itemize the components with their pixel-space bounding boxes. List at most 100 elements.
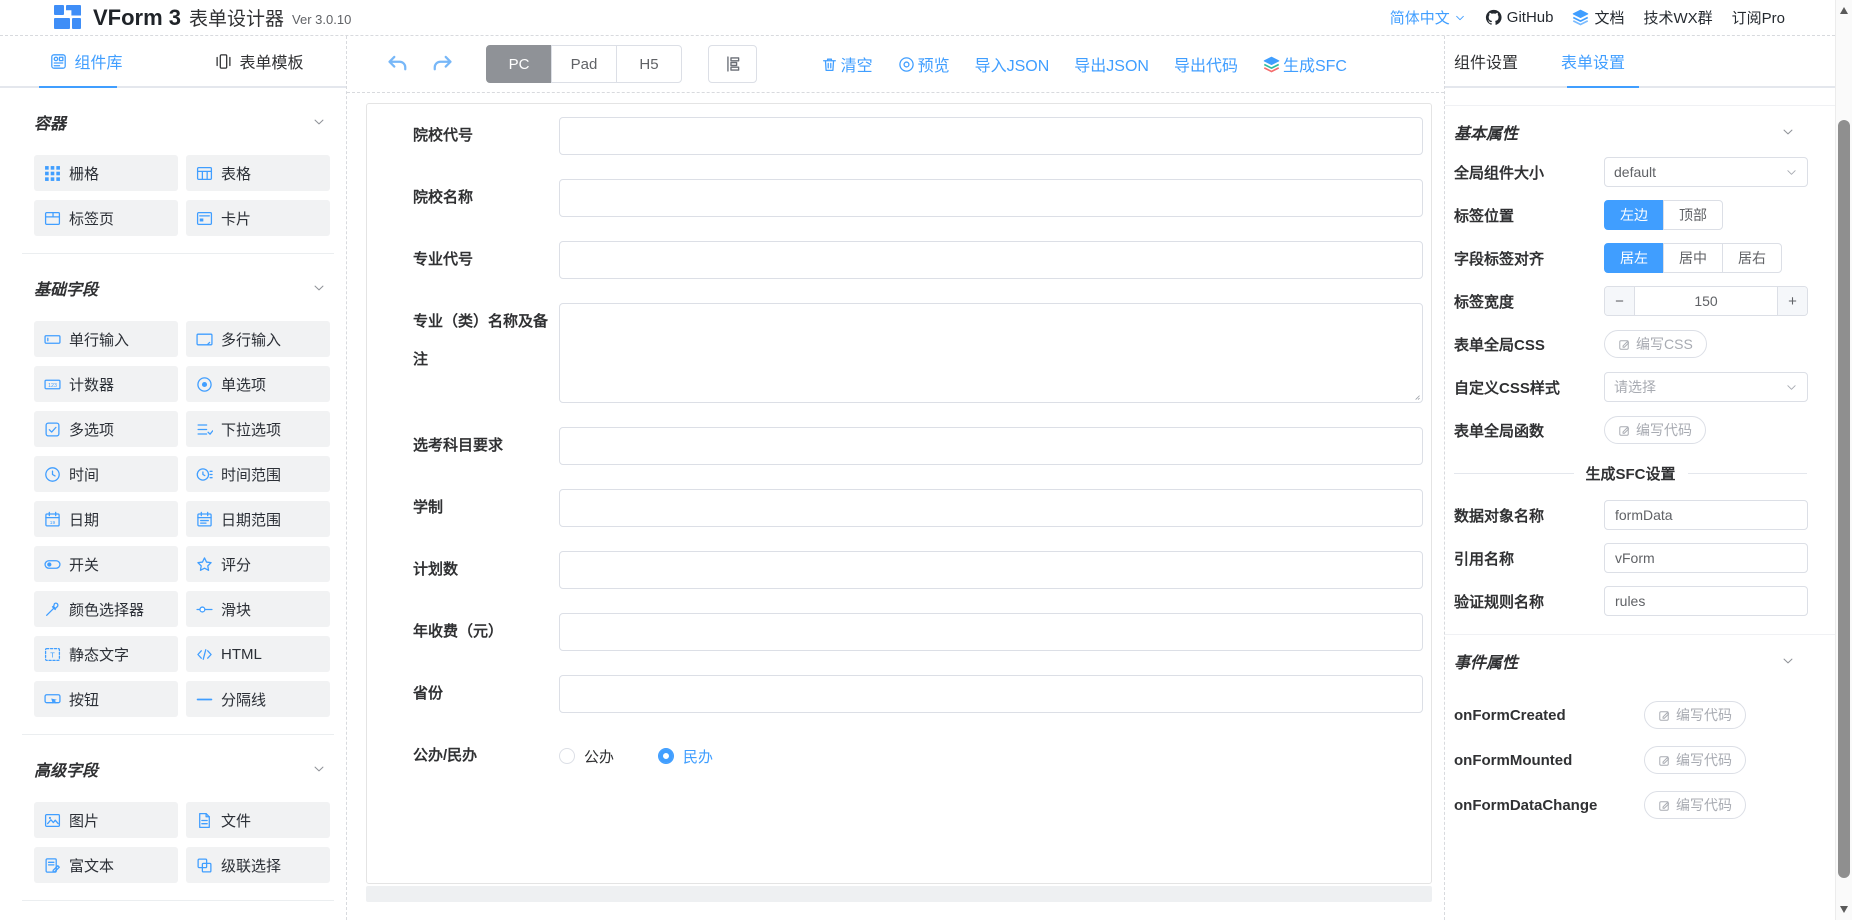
- radio-circle: [559, 748, 575, 764]
- text-input[interactable]: [559, 489, 1423, 527]
- tab-form-templates[interactable]: 表单模板: [173, 36, 346, 86]
- data-object-name-input[interactable]: [1604, 500, 1808, 530]
- tab-widget-settings[interactable]: 组件设置: [1454, 49, 1518, 73]
- basic-props-header[interactable]: 基本属性: [1454, 120, 1795, 144]
- scrollbar-down-arrow[interactable]: [1840, 906, 1848, 913]
- header-link-订阅pro[interactable]: 订阅Pro: [1732, 7, 1785, 28]
- section-header[interactable]: 容器: [22, 110, 334, 134]
- canvas-hscrollbar[interactable]: [366, 886, 1432, 902]
- widget-item-color-picker[interactable]: 颜色选择器: [34, 591, 178, 627]
- form-field-row[interactable]: 年收费（元）: [413, 613, 1423, 651]
- radio-option-民办[interactable]: 民办: [658, 746, 713, 767]
- widget-item-date-range[interactable]: 日期范围: [186, 501, 330, 537]
- node-tree-button[interactable]: [708, 45, 757, 83]
- ref-name-input[interactable]: [1604, 543, 1808, 573]
- device-mode-h5[interactable]: H5: [616, 45, 682, 83]
- scrollbar-up-arrow[interactable]: [1840, 7, 1848, 14]
- write-functions-button[interactable]: 编写代码: [1604, 416, 1706, 444]
- option-居左[interactable]: 居左: [1604, 243, 1664, 273]
- widget-item-divider[interactable]: 分隔线: [186, 681, 330, 717]
- widget-item-html[interactable]: HTML: [186, 636, 330, 672]
- header-link-github[interactable]: GitHub: [1485, 9, 1554, 26]
- widget-item-date[interactable]: 19日期: [34, 501, 178, 537]
- widget-item-select[interactable]: 下拉选项: [186, 411, 330, 447]
- widget-item-table[interactable]: 表格: [186, 155, 330, 191]
- text-input[interactable]: [559, 241, 1423, 279]
- toolbar-action-清空[interactable]: 清空: [821, 52, 873, 76]
- tab-widget-library[interactable]: 组件库: [0, 36, 173, 86]
- widget-item-time-range[interactable]: 时间范围: [186, 456, 330, 492]
- form-field-row[interactable]: 专业（类）名称及备注: [413, 303, 1423, 403]
- form-field-row[interactable]: 专业代号: [413, 241, 1423, 279]
- text-input[interactable]: [559, 427, 1423, 465]
- text-input[interactable]: [559, 551, 1423, 589]
- form-field-row[interactable]: 选考科目要求: [413, 427, 1423, 465]
- form-field-row[interactable]: 院校代号: [413, 117, 1423, 155]
- widget-item-cascader[interactable]: 级联选择: [186, 847, 330, 883]
- option-居右[interactable]: 居右: [1722, 243, 1782, 273]
- widget-item-checkbox[interactable]: 多选项: [34, 411, 178, 447]
- textarea-input[interactable]: [559, 303, 1423, 403]
- text-input[interactable]: [559, 613, 1423, 651]
- form-canvas[interactable]: 院校代号院校名称专业代号专业（类）名称及备注选考科目要求学制计划数年收费（元） 省…: [366, 103, 1432, 884]
- tab-form-settings[interactable]: 表单设置: [1561, 49, 1625, 73]
- widget-item-radio[interactable]: 单选项: [186, 366, 330, 402]
- widget-item-input[interactable]: 单行输入: [34, 321, 178, 357]
- form-field-row[interactable]: 计划数: [413, 551, 1423, 589]
- form-field-row[interactable]: 院校名称: [413, 179, 1423, 217]
- form-field-row[interactable]: 省份: [413, 675, 1423, 713]
- radio-option-公办[interactable]: 公办: [559, 746, 614, 767]
- widget-item-slider[interactable]: 滑块: [186, 591, 330, 627]
- widget-item-switch[interactable]: 开关: [34, 546, 178, 582]
- toolbar-action-导入JSON[interactable]: 导入JSON: [975, 52, 1050, 76]
- option-左边[interactable]: 左边: [1604, 200, 1664, 230]
- widget-item-button[interactable]: 按钮: [34, 681, 178, 717]
- widget-item-rich-text[interactable]: 富文本: [34, 847, 178, 883]
- toolbar-action-生成SFC[interactable]: 生成SFC: [1263, 52, 1347, 76]
- text-input[interactable]: [559, 117, 1423, 155]
- section-header[interactable]: 基础字段: [22, 276, 334, 300]
- rules-name-input[interactable]: [1604, 586, 1808, 616]
- widget-item-grid[interactable]: 栅格: [34, 155, 178, 191]
- widget-item-tabs[interactable]: 标签页: [34, 200, 178, 236]
- device-mode-pc[interactable]: PC: [486, 45, 552, 83]
- language-selector[interactable]: 简体中文: [1390, 7, 1466, 28]
- toolbar-action-预览[interactable]: 预览: [898, 52, 950, 76]
- option-顶部[interactable]: 顶部: [1663, 200, 1723, 230]
- widget-item-file[interactable]: 文件: [186, 802, 330, 838]
- text-input[interactable]: [559, 675, 1423, 713]
- header-link-技术wx群[interactable]: 技术WX群: [1643, 7, 1712, 28]
- form-size-select[interactable]: default: [1604, 157, 1808, 187]
- event-props-header[interactable]: 事件属性: [1454, 649, 1795, 673]
- label-width-input[interactable]: [1635, 287, 1777, 315]
- form-field-row[interactable]: 学制: [413, 489, 1423, 527]
- header-link-文档[interactable]: 文档: [1572, 7, 1624, 28]
- section-header[interactable]: 高级字段: [22, 757, 334, 781]
- option-居中[interactable]: 居中: [1663, 243, 1723, 273]
- widget-item-card[interactable]: 卡片: [186, 200, 330, 236]
- toolbar-action-导出代码[interactable]: 导出代码: [1174, 52, 1238, 76]
- write-code-button[interactable]: 编写代码: [1644, 746, 1746, 774]
- form-field-row[interactable]: 公办/民办公办民办: [413, 737, 1423, 775]
- stepper-decrease-button[interactable]: −: [1605, 287, 1635, 315]
- widget-item-rate[interactable]: 评分: [186, 546, 330, 582]
- rules-name-label: 验证规则名称: [1454, 591, 1604, 612]
- undo-button[interactable]: [385, 52, 409, 76]
- toolbar-action-导出JSON[interactable]: 导出JSON: [1074, 52, 1149, 76]
- widget-item-number[interactable]: 123计数器: [34, 366, 178, 402]
- write-code-button[interactable]: 编写代码: [1644, 701, 1746, 729]
- page-scrollbar[interactable]: [1835, 0, 1852, 920]
- widget-item-textarea[interactable]: 多行输入: [186, 321, 330, 357]
- widget-item-time[interactable]: 时间: [34, 456, 178, 492]
- custom-class-select[interactable]: 请选择: [1604, 372, 1808, 402]
- widget-item-picture[interactable]: 图片: [34, 802, 178, 838]
- redo-button[interactable]: [431, 52, 455, 76]
- widget-item-static-text[interactable]: T静态文字: [34, 636, 178, 672]
- write-css-button[interactable]: 编写CSS: [1604, 330, 1707, 358]
- text-input[interactable]: [559, 179, 1423, 217]
- write-code-button[interactable]: 编写代码: [1644, 791, 1746, 819]
- switch-icon: [44, 556, 61, 573]
- device-mode-pad[interactable]: Pad: [551, 45, 617, 83]
- scrollbar-thumb[interactable]: [1838, 120, 1850, 878]
- stepper-increase-button[interactable]: +: [1777, 287, 1807, 315]
